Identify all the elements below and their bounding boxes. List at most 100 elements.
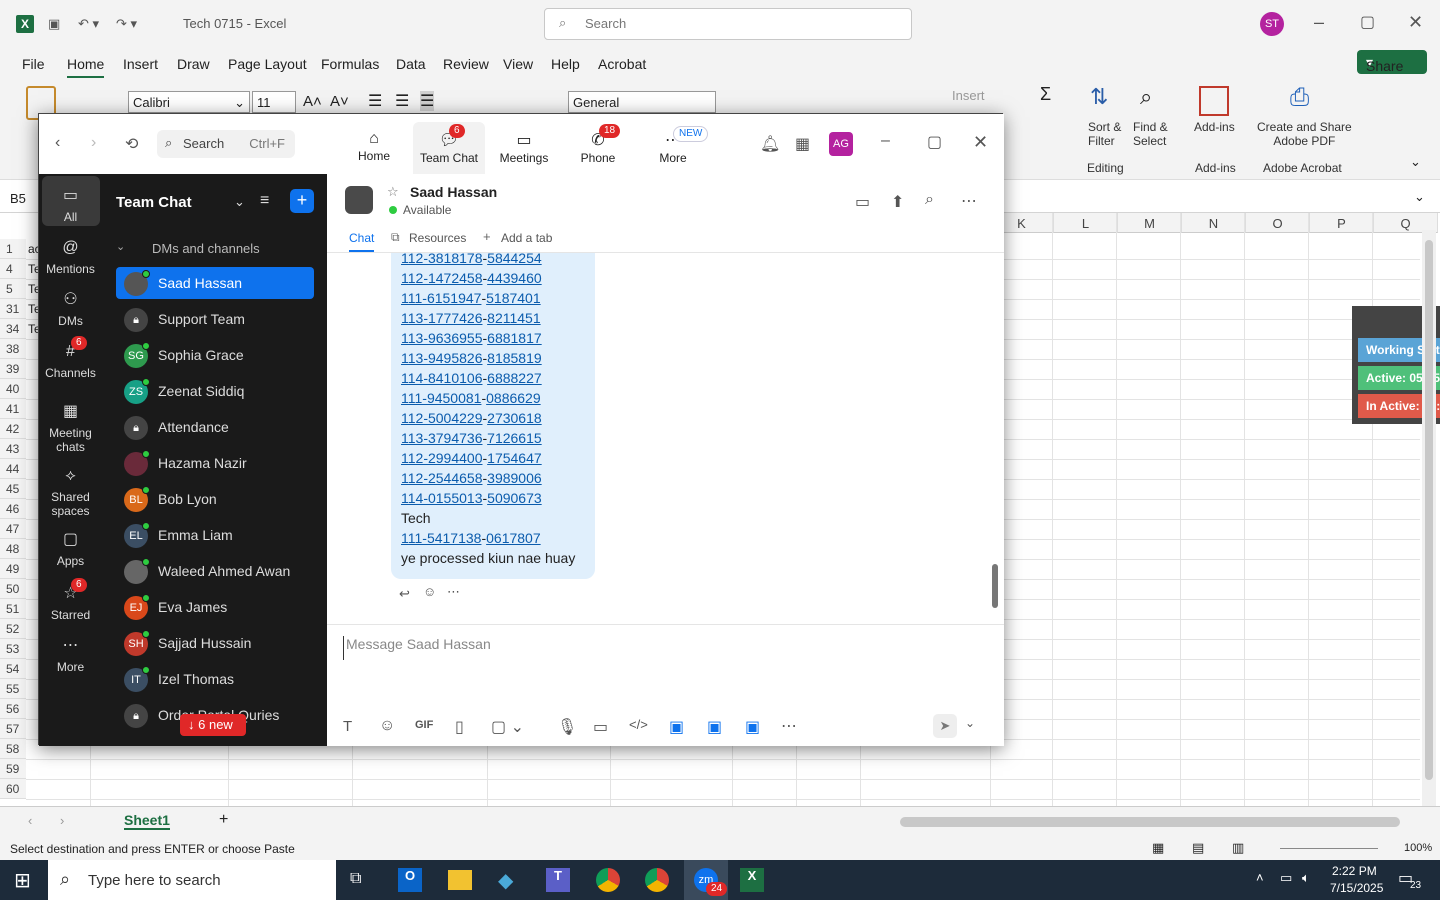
row-header[interactable]: 34 <box>0 319 26 339</box>
clock-date[interactable]: 7/15/2025 <box>1330 881 1383 895</box>
row-header[interactable]: 5 <box>0 279 26 299</box>
emoji-icon[interactable]: ☺ <box>423 584 436 599</box>
app-icon[interactable]: ◆ <box>498 868 513 893</box>
align-icon[interactable]: ☰ <box>420 91 435 111</box>
contact-list-item[interactable]: Saad Hassan <box>116 267 314 299</box>
vertical-scrollbar[interactable] <box>1422 230 1436 806</box>
video-icon[interactable]: ▭ <box>855 192 870 212</box>
phone-link[interactable]: 111-5417138 <box>401 530 481 546</box>
video-message-icon[interactable]: ▭ <box>593 717 608 737</box>
phone-link[interactable]: 0886629 <box>486 390 541 406</box>
row-header[interactable]: 43 <box>0 439 26 459</box>
app-icon[interactable]: ▣ <box>745 717 760 737</box>
search-input[interactable]: ⌕ Search <box>544 8 912 40</box>
search-icon[interactable]: ⌕ <box>925 191 934 209</box>
find-select-icon[interactable]: ⌕ <box>1140 84 1152 110</box>
text-format-icon[interactable]: T <box>343 718 352 735</box>
phone-link[interactable]: 111-9450081 <box>401 390 481 406</box>
zoom-slider[interactable] <box>1280 848 1378 849</box>
addins-button[interactable]: Add-ins <box>1194 120 1235 134</box>
row-header[interactable]: 51 <box>0 599 26 619</box>
excel-taskbar-icon[interactable]: X <box>740 868 764 892</box>
row-header[interactable]: 47 <box>0 519 26 539</box>
row-header[interactable]: 49 <box>0 559 26 579</box>
chevron-down-icon[interactable]: ⌄ <box>116 240 125 253</box>
sheet-tab[interactable]: Sheet1 <box>124 812 170 830</box>
more-icon[interactable]: ⋯ <box>781 716 797 736</box>
column-header[interactable]: P <box>1310 213 1374 233</box>
tab-insert[interactable]: Insert <box>123 56 158 72</box>
history-icon[interactable]: ⟲ <box>125 134 138 154</box>
name-box[interactable]: B5 <box>4 188 40 210</box>
message-input[interactable]: Message Saad Hassan <box>343 636 983 660</box>
font-size-select[interactable]: 11 <box>252 91 296 113</box>
phone-link[interactable]: 8185819 <box>487 350 542 366</box>
close-icon[interactable]: ✕ <box>973 132 988 153</box>
row-header[interactable]: 44 <box>0 459 26 479</box>
row-header[interactable]: 53 <box>0 639 26 659</box>
phone-link[interactable]: 6888227 <box>487 370 542 386</box>
row-header[interactable]: 50 <box>0 579 26 599</box>
tab-chat[interactable]: Chat <box>349 231 375 252</box>
back-icon[interactable]: ‹ <box>55 134 60 152</box>
sort-filter-button[interactable]: Sort & Filter <box>1088 120 1121 148</box>
tab-phone[interactable]: ✆ Phone 18 <box>569 124 627 165</box>
rail-item-apps[interactable]: ▢ Apps <box>39 530 102 568</box>
row-header[interactable]: 1 <box>0 239 26 259</box>
contact-list-item[interactable]: SH Sajjad Hussain <box>116 627 314 659</box>
phone-link[interactable]: 112-1472458 <box>401 270 482 286</box>
row-header[interactable]: 42 <box>0 419 26 439</box>
rail-item-all[interactable]: ▭ All <box>39 186 102 224</box>
new-chat-button[interactable]: + <box>290 189 314 213</box>
row-header[interactable]: 40 <box>0 379 26 399</box>
tab-add[interactable]: Add a tab <box>501 231 552 245</box>
tab-data[interactable]: Data <box>396 56 426 72</box>
column-header[interactable]: O <box>1246 213 1310 233</box>
clock-time[interactable]: 2:22 PM <box>1332 864 1377 878</box>
filter-icon[interactable]: ≡ <box>260 192 269 210</box>
volume-icon[interactable]: 🔈︎ <box>1302 870 1310 886</box>
contact-list-item[interactable]: 🔒︎ Support Team <box>116 303 314 335</box>
phone-link[interactable]: 111-6151947 <box>401 290 481 306</box>
number-format-select[interactable]: General <box>568 91 716 113</box>
phone-link[interactable]: 113-9636955 <box>401 330 482 346</box>
contact-list-item[interactable]: BL Bob Lyon <box>116 483 314 515</box>
phone-link[interactable]: 5844254 <box>487 250 542 266</box>
page-break-icon[interactable]: ▥ <box>1232 840 1244 856</box>
taskbar-search-input[interactable]: ⌕ Type here to search <box>48 860 336 900</box>
row-header[interactable]: 31 <box>0 299 26 319</box>
row-header[interactable]: 38 <box>0 339 26 359</box>
zoom-taskbar-icon[interactable]: zm 24 <box>684 860 728 900</box>
rail-item-mentions[interactable]: @ Mentions <box>39 238 102 276</box>
rail-item-dms[interactable]: ⚇ DMs <box>39 290 102 328</box>
column-header[interactable]: L <box>1054 213 1118 233</box>
next-sheet-icon[interactable]: › <box>60 813 64 828</box>
rail-item-channels[interactable]: # Channels 6 <box>39 336 102 380</box>
minimize-icon[interactable]: – <box>881 132 890 150</box>
phone-link[interactable]: 3989006 <box>487 470 542 486</box>
phone-link[interactable]: 112-2994400 <box>401 450 482 466</box>
new-messages-pill[interactable]: ↓ 6 new <box>180 714 246 736</box>
star-icon[interactable]: ☆ <box>387 184 399 200</box>
chevron-down-icon[interactable]: ⌄ <box>234 194 245 210</box>
chrome-icon[interactable] <box>645 868 669 892</box>
normal-view-icon[interactable]: ▦ <box>1152 840 1164 856</box>
send-button[interactable]: ➤ <box>933 714 957 738</box>
maximize-icon[interactable]: ▢ <box>1360 12 1375 32</box>
section-label[interactable]: DMs and channels <box>152 241 260 256</box>
contact-list-item[interactable]: Waleed Ahmed Awan <box>116 555 314 587</box>
column-header[interactable]: N <box>1182 213 1246 233</box>
row-header[interactable]: 57 <box>0 719 26 739</box>
shrink-font-icon[interactable]: A˅ <box>330 93 349 110</box>
rail-item-meeting-chats[interactable]: ▦ Meeting chats <box>39 402 102 454</box>
row-header[interactable]: 4 <box>0 259 26 279</box>
tab-home[interactable]: ⌂ Home <box>347 130 401 163</box>
redo-icon[interactable]: ↷ ▾ <box>116 16 137 32</box>
gif-icon[interactable]: GIF <box>415 719 433 731</box>
close-icon[interactable]: ✕ <box>1408 12 1423 33</box>
contact-list-item[interactable]: ZS Zeenat Siddiq <box>116 375 314 407</box>
tab-team-chat[interactable]: 💬︎ Team Chat 6 <box>413 122 485 174</box>
rail-item-starred[interactable]: ☆ Starred 6 <box>39 578 102 622</box>
pdf-icon[interactable]: ⎙ <box>1290 84 1309 112</box>
horizontal-scrollbar[interactable] <box>900 817 1400 827</box>
